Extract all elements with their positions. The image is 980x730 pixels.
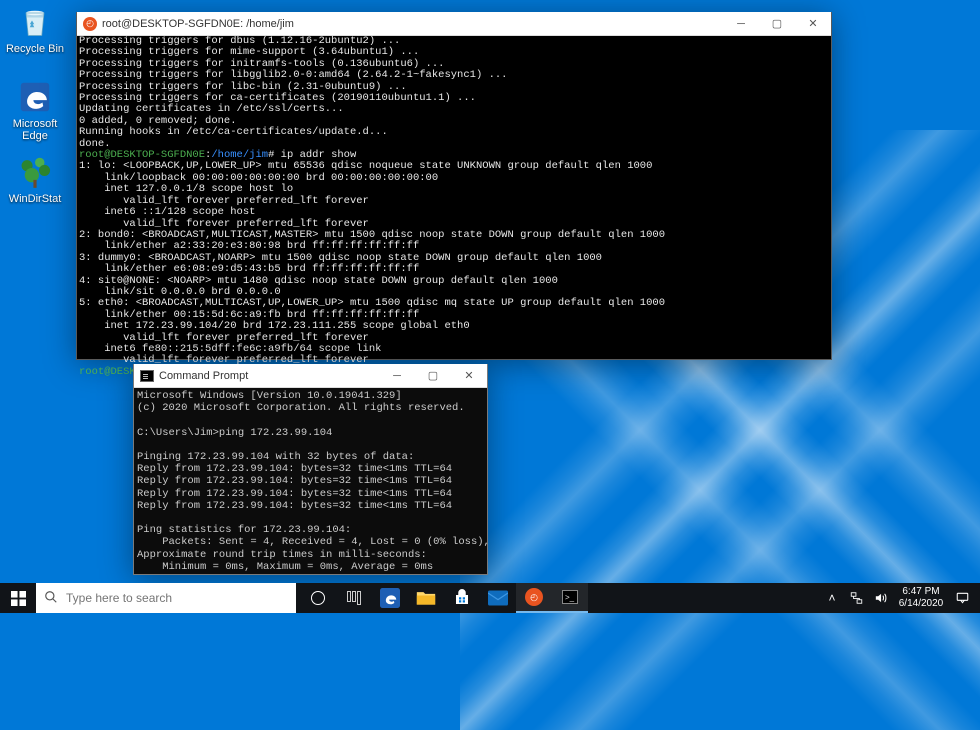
taskbar-search[interactable] xyxy=(36,583,296,613)
action-center-button[interactable] xyxy=(950,591,974,605)
taskbar-app-cmd[interactable]: >_ xyxy=(552,583,588,613)
cmd-titlebar[interactable]: Command Prompt ─ ▢ ✕ xyxy=(134,364,487,388)
cortana-icon xyxy=(311,591,325,605)
cortana-button[interactable] xyxy=(300,583,336,613)
tray-network-button[interactable] xyxy=(844,591,868,605)
clock-time: 6:47 PM xyxy=(902,586,939,598)
volume-icon xyxy=(873,591,888,605)
tray-volume-button[interactable] xyxy=(868,591,892,605)
maximize-button[interactable]: ▢ xyxy=(415,364,451,387)
mail-icon xyxy=(488,590,508,606)
tray-overflow-button[interactable]: ˄ xyxy=(820,591,844,605)
start-button[interactable] xyxy=(0,583,36,613)
edge-icon xyxy=(16,78,54,116)
desktop-icon-ms-edge[interactable]: Microsoft Edge xyxy=(5,78,65,142)
edge-icon xyxy=(380,588,400,608)
search-input[interactable] xyxy=(66,591,288,605)
minimize-button[interactable]: ─ xyxy=(723,12,759,35)
search-icon xyxy=(44,590,58,607)
system-tray: ˄ 6:47 PM 6/14/2020 xyxy=(820,583,980,613)
maximize-button[interactable]: ▢ xyxy=(759,12,795,35)
network-icon xyxy=(849,591,864,605)
taskbar-app-edge[interactable] xyxy=(372,583,408,613)
cmd-window-title: Command Prompt xyxy=(159,370,379,382)
cmd-icon xyxy=(140,370,154,382)
desktop-icon-recycle-bin[interactable]: Recycle Bin xyxy=(5,3,65,55)
ubuntu-icon: ◴ xyxy=(525,588,543,606)
desktop-icon-label: Microsoft Edge xyxy=(13,118,58,142)
desktop-icon-label: WinDirStat xyxy=(9,193,62,205)
taskbar-app-store[interactable] xyxy=(444,583,480,613)
ubuntu-terminal-window[interactable]: ◴ root@DESKTOP-SGFDN0E: /home/jim ─ ▢ ✕ … xyxy=(76,12,832,360)
command-prompt-window[interactable]: Command Prompt ─ ▢ ✕ Microsoft Windows [… xyxy=(133,364,488,575)
ubuntu-window-title: root@DESKTOP-SGFDN0E: /home/jim xyxy=(102,18,723,30)
windirstat-icon xyxy=(16,153,54,191)
windows-icon xyxy=(11,591,26,606)
store-icon xyxy=(452,589,472,607)
taskbar-app-explorer[interactable] xyxy=(408,583,444,613)
ubuntu-icon: ◴ xyxy=(83,17,97,31)
desktop-icon-windirstat[interactable]: WinDirStat xyxy=(5,153,65,205)
cmd-output[interactable]: Microsoft Windows [Version 10.0.19041.32… xyxy=(134,388,487,599)
desktop-icon-label: Recycle Bin xyxy=(6,43,64,55)
chevron-up-icon: ˄ xyxy=(828,591,835,605)
taskbar-clock[interactable]: 6:47 PM 6/14/2020 xyxy=(892,586,950,610)
close-button[interactable]: ✕ xyxy=(795,12,831,35)
taskbar-app-mail[interactable] xyxy=(480,583,516,613)
recycle-bin-icon xyxy=(16,3,54,41)
minimize-button[interactable]: ─ xyxy=(379,364,415,387)
folder-icon xyxy=(416,589,436,607)
task-view-button[interactable] xyxy=(336,583,372,613)
notification-icon xyxy=(955,591,970,605)
taskbar: ◴ >_ ˄ 6:47 PM 6/14/2020 xyxy=(0,583,980,613)
cmd-icon: >_ xyxy=(562,590,578,604)
ubuntu-terminal-output[interactable]: Processing triggers for dbus (1.12.16-2u… xyxy=(77,36,831,378)
taskbar-app-ubuntu[interactable]: ◴ xyxy=(516,583,552,613)
task-view-icon xyxy=(347,591,361,605)
ubuntu-titlebar[interactable]: ◴ root@DESKTOP-SGFDN0E: /home/jim ─ ▢ ✕ xyxy=(77,12,831,36)
close-button[interactable]: ✕ xyxy=(451,364,487,387)
clock-date: 6/14/2020 xyxy=(899,598,944,610)
